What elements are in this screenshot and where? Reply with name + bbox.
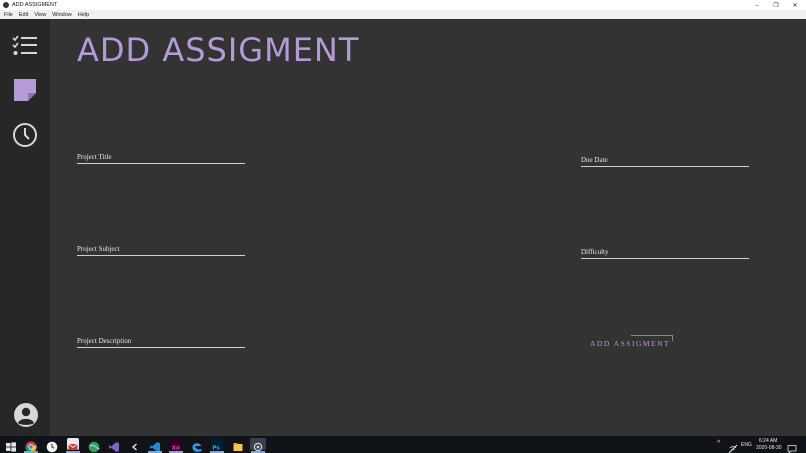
menu-bar: File Edit View Window Help — [0, 10, 806, 19]
account-icon[interactable] — [13, 402, 39, 428]
back-arrow-icon[interactable] — [129, 438, 141, 451]
difficulty-underline — [581, 258, 749, 259]
difficulty-label: Difficulty — [581, 248, 609, 256]
sticky-note-icon[interactable] — [12, 77, 38, 103]
project-description-field[interactable]: Project Description — [77, 337, 245, 348]
checklist-icon[interactable] — [12, 33, 38, 59]
windows-start-icon[interactable] — [5, 438, 17, 452]
maximize-button[interactable]: ❐ — [767, 0, 785, 10]
tray-date[interactable]: 2020-08-30 — [756, 445, 782, 451]
difficulty-field[interactable]: Difficulty — [581, 248, 749, 259]
add-assignment-button-label: ADD ASSIGMENT — [590, 339, 671, 348]
adobe-xd-icon[interactable]: Xd — [170, 438, 182, 452]
taskbar: Xd Ps ^ ENG 6:24 AM 2020-08-30 — [0, 436, 806, 453]
minimize-button[interactable]: – — [748, 0, 766, 10]
file-explorer-icon[interactable] — [232, 438, 244, 451]
due-date-underline — [581, 166, 749, 167]
project-subject-label: Project Subject — [77, 245, 120, 253]
project-title-label: Project Title — [77, 153, 112, 161]
notifications-icon[interactable] — [787, 439, 797, 453]
window-titlebar: ADD ASSIGMENT – ❐ ✕ — [0, 0, 806, 10]
edge-icon[interactable] — [191, 438, 203, 452]
chrome-icon[interactable] — [25, 438, 37, 453]
close-button[interactable]: ✕ — [786, 0, 804, 10]
main-content: ADD ASSIGMENT Project Title Project Subj… — [50, 19, 806, 436]
project-subject-underline — [77, 255, 245, 256]
project-description-underline — [77, 347, 245, 348]
tray-chevron-icon[interactable]: ^ — [717, 440, 720, 447]
clock-app-icon[interactable] — [46, 438, 58, 453]
due-date-label: Due Date — [581, 156, 608, 164]
language-indicator[interactable]: ENG — [741, 442, 752, 448]
due-date-field[interactable]: Due Date — [581, 156, 749, 167]
visual-studio-icon[interactable] — [108, 438, 120, 452]
network-icon[interactable] — [728, 439, 738, 453]
project-description-label: Project Description — [77, 337, 132, 345]
tray-time[interactable]: 6:24 AM — [759, 438, 777, 444]
project-title-field[interactable]: Project Title — [77, 153, 245, 164]
page-title: ADD ASSIGMENT — [77, 31, 360, 69]
project-title-underline — [77, 163, 245, 164]
photoshop-icon[interactable]: Ps — [211, 438, 223, 452]
mail-icon[interactable] — [67, 438, 79, 450]
app-icon — [3, 2, 9, 8]
clock-icon[interactable] — [12, 122, 38, 148]
project-subject-field[interactable]: Project Subject — [77, 245, 245, 256]
add-assignment-button[interactable]: ADD ASSIGMENT — [586, 334, 676, 350]
menu-edit[interactable]: Edit — [19, 12, 28, 18]
menu-help[interactable]: Help — [78, 12, 89, 18]
menu-window[interactable]: Window — [52, 12, 72, 18]
globe-icon[interactable] — [88, 438, 100, 453]
menu-view[interactable]: View — [34, 12, 46, 18]
sidebar — [0, 19, 50, 436]
window-title: ADD ASSIGMENT — [12, 2, 58, 8]
menu-file[interactable]: File — [4, 12, 13, 18]
vscode-icon[interactable] — [149, 438, 161, 452]
java-app-icon[interactable] — [250, 438, 266, 452]
